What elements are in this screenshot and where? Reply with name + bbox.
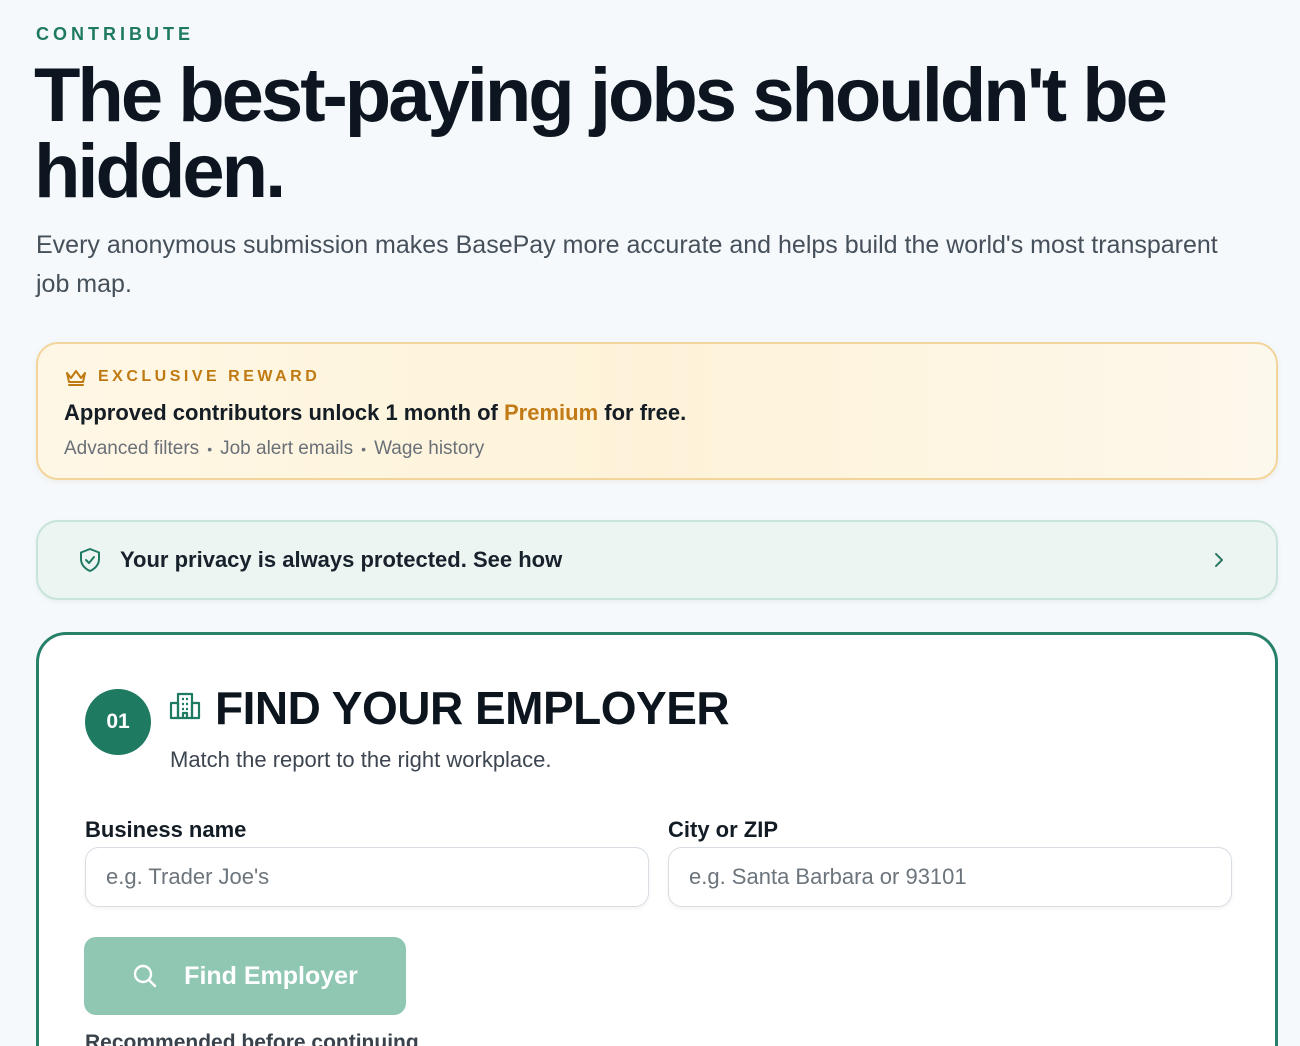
- reward-tag-label: EXCLUSIVE REWARD: [98, 368, 321, 385]
- contribute-page: CONTRIBUTE The best-paying jobs shouldn'…: [0, 0, 1300, 1046]
- find-employer-card: 01 FIND YOUR EMPLOYER Match the report t…: [36, 632, 1278, 1046]
- find-employer-button[interactable]: Find Employer: [84, 937, 406, 1015]
- section-subtitle: Match the report to the right workplace.: [170, 747, 552, 772]
- section-title: FIND YOUR EMPLOYER: [215, 682, 730, 734]
- city-zip-input[interactable]: [668, 847, 1232, 907]
- reward-tag: EXCLUSIVE REWARD: [64, 366, 320, 388]
- city-zip-label: City or ZIP: [668, 817, 779, 842]
- reward-message-suffix: for free.: [598, 400, 687, 425]
- feature-separator: •: [207, 441, 213, 457]
- find-employer-label: Find Employer: [184, 961, 358, 990]
- page-subtitle: Every anonymous submission makes BasePay…: [36, 231, 1218, 298]
- feature-item: Job alert emails: [220, 438, 354, 459]
- search-icon: [133, 964, 157, 988]
- privacy-link[interactable]: Your privacy is always protected. See ho…: [36, 520, 1278, 600]
- feature-item: Wage history: [374, 438, 485, 459]
- premium-highlight: Premium: [504, 400, 599, 425]
- shield-check-icon: [80, 548, 100, 572]
- privacy-text: Your privacy is always protected. See ho…: [120, 547, 563, 572]
- reward-message-prefix: Approved contributors unlock 1 month of: [64, 400, 504, 425]
- chevron-right-icon: [1215, 553, 1223, 567]
- recommend-note: Recommended before continuing: [85, 1031, 419, 1046]
- business-name-label: Business name: [85, 817, 247, 842]
- reward-features: Advanced filters • Job alert emails • Wa…: [64, 438, 484, 460]
- reward-banner: EXCLUSIVE REWARD Approved contributors u…: [36, 342, 1278, 480]
- step-number-badge: 01: [85, 689, 151, 755]
- building-icon: [169, 692, 201, 720]
- business-name-input[interactable]: [85, 847, 649, 907]
- crown-icon: [66, 370, 86, 386]
- reward-message: Approved contributors unlock 1 month of …: [64, 400, 686, 426]
- feature-separator: •: [361, 441, 367, 457]
- feature-item: Advanced filters: [64, 438, 200, 459]
- eyebrow-label: CONTRIBUTE: [36, 24, 194, 44]
- page-title: The best-paying jobs shouldn't be hidden…: [34, 53, 1168, 214]
